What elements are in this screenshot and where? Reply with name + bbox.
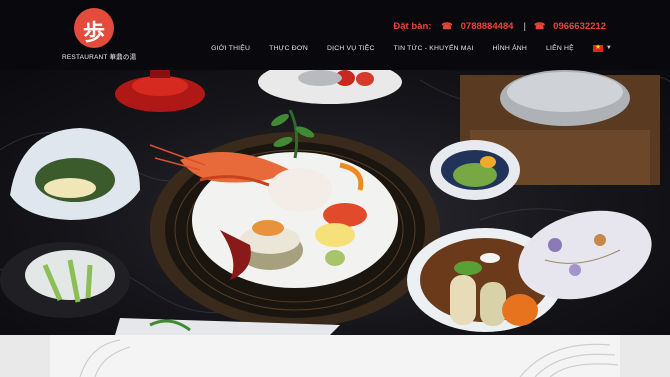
decorative-wave-pattern [79,339,619,377]
phone-link-2[interactable]: 0966632212 [553,21,606,32]
content-panel [50,335,620,377]
phone-separator: | [523,20,526,32]
nav-item-dich-vu-tiec[interactable]: DỊCH VỤ TIỆC [327,45,375,52]
logo-badge: 歩 [74,8,114,48]
logo-text: RESTAURANT 華鼎の湯 [62,54,137,61]
phone-link-1[interactable]: 0788884484 [461,21,514,32]
main-nav: GIỚI THIỆU THỰC ĐƠN DỊCH VỤ TIỆC TIN TỨC… [211,42,612,54]
nav-item-tin-tuc[interactable]: TIN TỨC - KHUYẾN MẠI [394,45,474,52]
hero-food-image [0,70,670,335]
hero-banner [0,70,670,335]
chevron-down-icon: ▼ [605,45,612,51]
nav-item-hinh-anh[interactable]: HÌNH ẢNH [493,45,527,52]
nav-item-lien-he[interactable]: LIÊN HỆ [546,45,574,52]
language-switcher[interactable]: ▼ [592,43,612,52]
site-header: 歩 RESTAURANT 華鼎の湯 Đặt bàn: ☎ 0788884484 … [0,0,670,70]
booking-label: Đặt bàn: [393,20,432,32]
booking-bar: Đặt bàn: ☎ 0788884484 | ☎ 0966632212 [393,19,606,33]
logo-glyph: 歩 [82,20,105,46]
restaurant-logo[interactable]: 歩 RESTAURANT 華鼎の湯 [62,6,137,64]
phone-icon: ☎ [533,20,546,31]
vietnam-flag-icon [592,43,603,52]
phone-icon: ☎ [441,20,453,31]
nav-item-gioi-thieu[interactable]: GIỚI THIỆU [211,45,250,52]
nav-item-thuc-don[interactable]: THỰC ĐƠN [269,45,308,52]
